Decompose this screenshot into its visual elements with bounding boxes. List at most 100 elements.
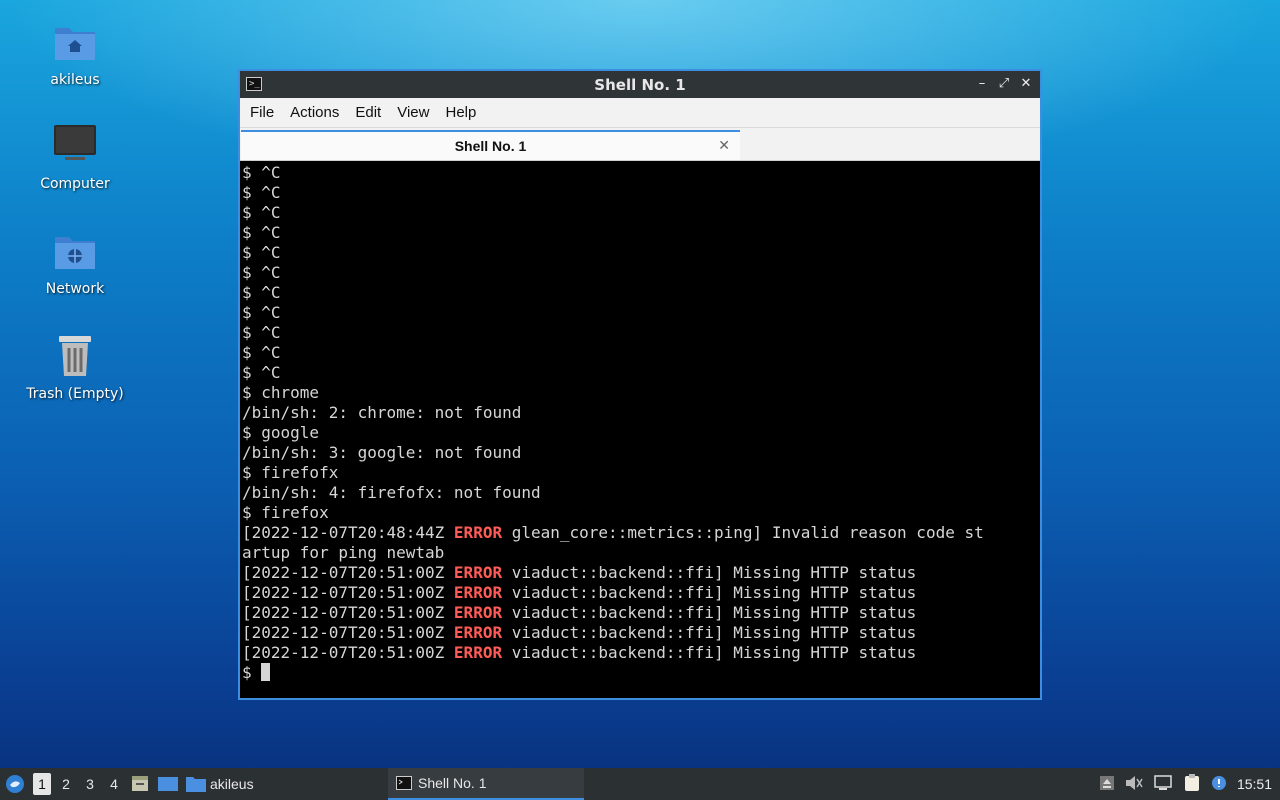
error-tag: ERROR [453,643,503,662]
system-tray: 15:51 [1099,768,1280,800]
text-cursor [261,663,271,681]
menu-file[interactable]: File [242,104,282,121]
terminal-text: [2022-12-07T20:48:44Z [242,523,454,542]
show-desktop-icon[interactable] [154,768,182,800]
terminal-text: $ google [242,423,320,442]
terminal-line: $ ^C [242,223,1040,243]
maximize-icon[interactable]: ⤢ [996,75,1012,93]
desktop-icon-home[interactable]: akileus [20,18,130,88]
terminal-prompt: $ [242,663,262,682]
terminal-text: $ chrome [242,383,320,402]
terminal-output[interactable]: $ ^C $ ^C $ ^C $ ^C $ ^C $ ^C $ ^C $ ^C $ ^C $ ^C… [240,161,1040,698]
terminal-line: $ firefofx [242,463,1040,483]
terminal-line: [2022-12-07T20:51:00Z ERROR viaduct::bac… [242,603,1040,623]
minimize-icon[interactable]: – [974,75,990,93]
terminal-line: /bin/sh: 2: chrome: not found [242,403,1040,423]
terminal-line: $ ^C [242,203,1040,223]
terminal-window[interactable]: >_ Shell No. 1 – ⤢ ✕ File Actions Edit V… [238,69,1042,700]
tab-close-icon[interactable]: ✕ [718,137,730,154]
terminal-text: $ ^C [242,203,281,222]
terminal-text: /bin/sh: 2: chrome: not found [242,403,522,422]
clock[interactable]: 15:51 [1237,776,1272,792]
close-icon[interactable]: ✕ [1018,75,1034,93]
tab-shell-1[interactable]: Shell No. 1 ✕ [241,130,740,160]
menu-edit[interactable]: Edit [347,104,389,121]
terminal-text: $ ^C [242,343,281,362]
trash-icon [59,336,91,376]
window-titlebar[interactable]: >_ Shell No. 1 – ⤢ ✕ [240,71,1040,98]
error-tag: ERROR [453,563,503,582]
app-menu-icon[interactable] [0,768,30,800]
terminal-text: $ ^C [242,263,281,282]
workspace-4[interactable]: 4 [102,768,126,800]
workspace-1[interactable]: 1 [33,773,51,795]
terminal-text: $ firefox [242,503,329,522]
tab-label: Shell No. 1 [454,138,527,154]
terminal-text: $ ^C [242,363,281,382]
terminal-text: [2022-12-07T20:51:00Z [242,643,454,662]
error-tag: ERROR [453,583,503,602]
error-tag: ERROR [453,523,503,542]
terminal-line: [2022-12-07T20:51:00Z ERROR viaduct::bac… [242,623,1040,643]
tab-bar: Shell No. 1 ✕ [240,128,1040,161]
terminal-text: viaduct::backend::ffi] Missing HTTP stat… [502,583,917,602]
terminal-text: $ ^C [242,163,281,182]
terminal-line: $ ^C [242,343,1040,363]
terminal-line: $ ^C [242,183,1040,203]
workspace-2[interactable]: 2 [54,768,78,800]
terminal-text: viaduct::backend::ffi] Missing HTTP stat… [502,623,917,642]
notification-icon[interactable] [1211,775,1227,794]
terminal-line: /bin/sh: 3: google: not found [242,443,1040,463]
desktop-icon-network[interactable]: Network [20,227,130,297]
workspace-3[interactable]: 3 [78,768,102,800]
computer-icon [54,125,96,160]
terminal-text: glean_core::metrics::ping] Invalid reaso… [502,523,984,542]
terminal-prompt-line: $ [242,663,1040,683]
terminal-line: /bin/sh: 4: firefofx: not found [242,483,1040,503]
desktop-icon-computer[interactable]: Computer [20,122,130,192]
terminal-line: [2022-12-07T20:48:44Z ERROR glean_core::… [242,523,1040,543]
terminal-line: [2022-12-07T20:51:00Z ERROR viaduct::bac… [242,643,1040,663]
terminal-line: $ ^C [242,323,1040,343]
network-wired-icon[interactable] [1153,774,1173,794]
terminal-app-icon[interactable]: >_ [246,77,262,91]
terminal-line: $ ^C [242,283,1040,303]
terminal-text: [2022-12-07T20:51:00Z [242,563,454,582]
terminal-line: [2022-12-07T20:51:00Z ERROR viaduct::bac… [242,583,1040,603]
error-tag: ERROR [453,623,503,642]
menu-help[interactable]: Help [437,104,484,121]
network-folder-icon [55,237,95,269]
folder-icon [186,777,206,792]
folder-launcher-label: akileus [210,776,254,792]
menubar: File Actions Edit View Help [240,98,1040,128]
desktop-icon-trash[interactable]: Trash (Empty) [20,332,130,402]
terminal-text: $ ^C [242,183,281,202]
clipboard-icon[interactable] [1183,773,1201,795]
terminal-text: $ ^C [242,283,281,302]
eject-icon[interactable] [1099,775,1115,794]
terminal-line: [2022-12-07T20:51:00Z ERROR viaduct::bac… [242,563,1040,583]
folder-launcher[interactable]: akileus [182,768,254,800]
terminal-line: $ ^C [242,163,1040,183]
terminal-text: [2022-12-07T20:51:00Z [242,583,454,602]
terminal-text: /bin/sh: 3: google: not found [242,443,522,462]
terminal-line: $ ^C [242,303,1040,323]
file-manager-launcher-icon[interactable] [126,768,154,800]
task-shell-1[interactable]: Shell No. 1 [388,768,584,800]
desktop-icon-label: Network [45,281,105,297]
terminal-line: $ ^C [242,363,1040,383]
terminal-text: viaduct::backend::ffi] Missing HTTP stat… [502,603,917,622]
terminal-text: $ ^C [242,323,281,342]
terminal-text: artup for ping newtab [242,543,445,562]
menu-actions[interactable]: Actions [282,104,347,121]
terminal-text: [2022-12-07T20:51:00Z [242,603,454,622]
terminal-line: $ google [242,423,1040,443]
terminal-text: [2022-12-07T20:51:00Z [242,623,454,642]
volume-muted-icon[interactable] [1125,775,1143,794]
terminal-text: viaduct::backend::ffi] Missing HTTP stat… [502,643,917,662]
terminal-text: $ firefofx [242,463,339,482]
terminal-line: $ firefox [242,503,1040,523]
terminal-text: viaduct::backend::ffi] Missing HTTP stat… [502,563,917,582]
menu-view[interactable]: View [389,104,437,121]
terminal-task-icon [396,776,412,790]
